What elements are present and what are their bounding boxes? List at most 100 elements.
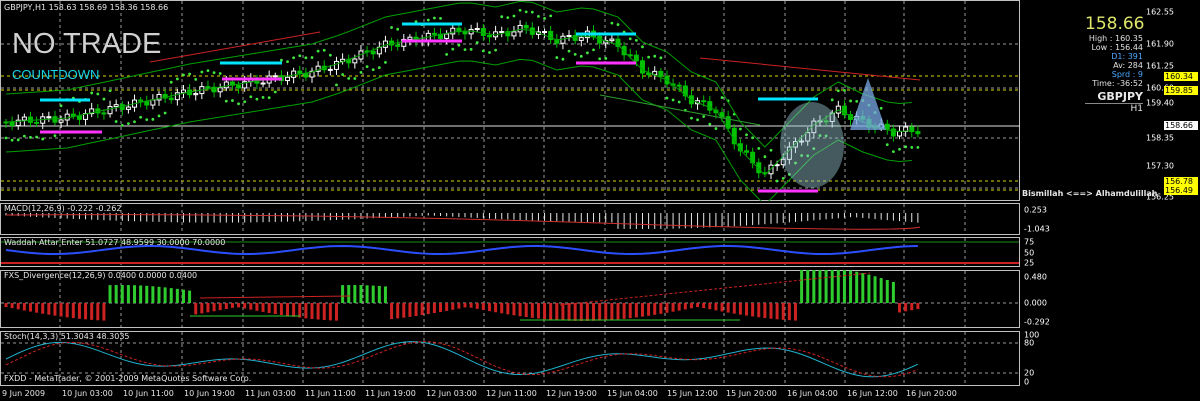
fxs-bar [120, 285, 124, 303]
sar-dot [22, 134, 26, 138]
sar-dot [59, 104, 63, 108]
sar-dot [659, 56, 663, 60]
sar-dot [598, 57, 602, 61]
sar-dot [665, 96, 669, 100]
fxs-bar [708, 303, 712, 310]
fxs-bar [212, 303, 216, 312]
sar-dot [904, 145, 908, 149]
fxs-bar [720, 303, 724, 312]
candle-body [291, 70, 297, 78]
candle-body [236, 84, 242, 89]
sar-dot [500, 15, 504, 19]
fxs-bar [916, 303, 920, 310]
fxs-bar [879, 278, 883, 303]
candle-body [566, 34, 572, 37]
sar-dot [16, 138, 20, 142]
sar-dot [433, 16, 436, 20]
divergence-line [199, 295, 351, 299]
fxs-bar [555, 303, 559, 321]
fxs-bar [108, 285, 112, 303]
candle-body [897, 130, 903, 137]
fxs-tick: -0.292 [1024, 317, 1050, 327]
fxs-bar [432, 303, 436, 314]
fxs-bar [806, 270, 810, 303]
sar-dot [53, 134, 57, 138]
sar-dot [561, 57, 565, 61]
sar-dot [384, 60, 387, 64]
candle-body [407, 36, 413, 40]
price-tick: 158.35 [1146, 133, 1174, 143]
fxs-bar [818, 270, 822, 303]
countdown-label: COUNTDOWN [12, 67, 100, 82]
sar-dot [885, 143, 889, 147]
time-tick: 10 Jun 03:00 [62, 389, 113, 398]
price-tag-current: 158.66 [1164, 121, 1198, 130]
candle-body [450, 27, 456, 35]
stoch-pane[interactable]: Stoch(14,3,3) 51.3043 48.3035 100 80 20 … [0, 331, 1200, 387]
sar-dot [359, 70, 363, 74]
candle-body [76, 115, 82, 120]
fxs-bar [616, 303, 620, 320]
fxs-bar [377, 285, 381, 303]
candle-body [774, 164, 780, 167]
fxs-bar [65, 303, 69, 318]
candle-body [431, 32, 437, 35]
fxs-bar [518, 303, 522, 317]
fxs-bar [322, 303, 326, 321]
d1-value: 391 [1127, 52, 1143, 61]
fxs-bar [279, 303, 283, 316]
candle-body [9, 121, 15, 127]
sar-dot [4, 136, 8, 140]
price-chart[interactable] [0, 0, 1200, 201]
sar-dot [781, 176, 785, 180]
fxs-bar [292, 303, 296, 317]
fxs-bar [451, 303, 455, 310]
fxs-bar [396, 303, 400, 319]
candle-body [890, 128, 896, 137]
sar-dot [316, 49, 320, 53]
candle-body [180, 89, 186, 94]
candle-body [511, 31, 517, 37]
time-tick: 15 Jun 20:00 [726, 389, 777, 398]
candle-body [676, 84, 682, 87]
fxs-bar [769, 303, 773, 319]
fxs-pane[interactable]: FXS_Divergence(12,26,9) 0.0400 0.0000 0.… [0, 270, 1200, 328]
fxs-bar [22, 303, 26, 311]
fxs-bar [812, 270, 816, 303]
price-tag-yellow: 160.34 [1164, 72, 1198, 81]
sar-dot [371, 68, 375, 72]
fxs-bar [334, 303, 338, 321]
fxs-bar [261, 303, 265, 312]
time-tick: 12 Jun 19:00 [546, 389, 597, 398]
fxs-bar [426, 303, 430, 315]
fxs-bar [59, 303, 63, 317]
sar-dot [696, 118, 699, 122]
fxs-bar [230, 303, 234, 308]
sar-dot [518, 8, 522, 12]
sar-dot [35, 135, 38, 139]
sar-dot [261, 96, 265, 99]
fxs-bar [861, 273, 865, 303]
fxs-bar [567, 303, 571, 321]
candle-body [517, 24, 523, 33]
fxs-bar [836, 270, 840, 303]
candle-body [260, 82, 266, 85]
fxs-bar [35, 303, 39, 313]
fxs-bar [365, 285, 369, 303]
fxs-bar [910, 303, 914, 311]
price-pane[interactable]: GBPJPY,H1 158.63 158.69 158.36 158.66 NO… [0, 0, 1200, 202]
macd-pane[interactable]: MACD(12,26,9) -0.222 -0.262 0.253 -1.043 [0, 203, 1200, 235]
waddah-pane[interactable]: Waddah Attar Enter 51.0727 48.9599 30.00… [0, 237, 1200, 268]
sar-dot [377, 66, 381, 70]
sar-dot [641, 45, 644, 49]
price-tick: 159.40 [1146, 98, 1174, 108]
sar-dot [457, 43, 461, 47]
sar-dot [188, 72, 192, 76]
fxs-bar [904, 303, 908, 312]
sar-dot [322, 48, 326, 52]
fxs-bar [194, 303, 198, 315]
sar-dot [745, 133, 748, 137]
sar-dot [634, 38, 638, 42]
candle-body [480, 28, 486, 36]
fxs-bar [640, 303, 644, 317]
